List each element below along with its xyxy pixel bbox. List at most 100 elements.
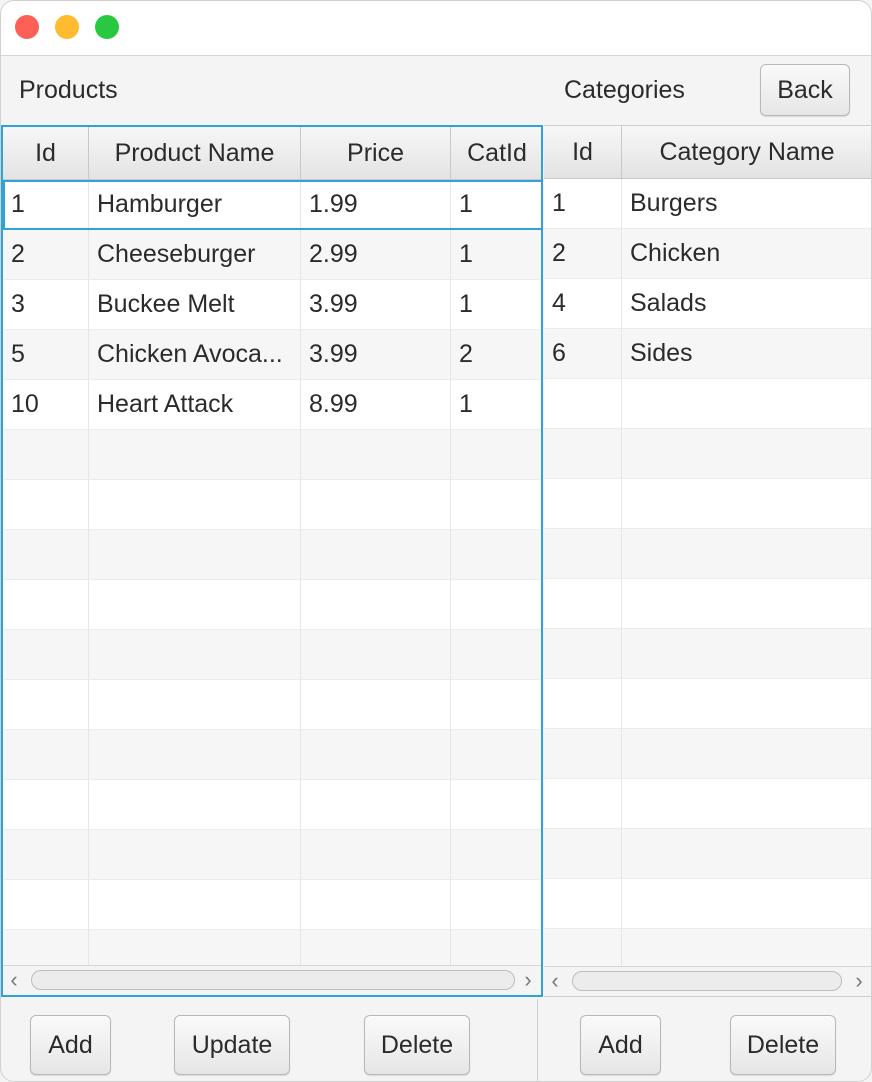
categories-table-row[interactable]: [544, 729, 871, 779]
products-col-id[interactable]: Id: [3, 127, 89, 179]
categories-table-row[interactable]: [544, 629, 871, 679]
products-col-name[interactable]: Product Name: [89, 127, 301, 179]
categories-table[interactable]: Id Category Name 1 Burgers 2 Chicken 4 Salads…: [544, 125, 871, 997]
close-window-button[interactable]: [15, 15, 39, 39]
categories-table-cell: [544, 429, 622, 478]
products-table-row[interactable]: [3, 580, 541, 630]
categories-table-cell: 2: [544, 229, 622, 278]
products-table-row[interactable]: 10 Heart Attack 8.99 1: [3, 380, 541, 430]
categories-table-row[interactable]: [544, 479, 871, 529]
categories-table-row[interactable]: [544, 529, 871, 579]
back-button[interactable]: Back: [760, 64, 850, 116]
categories-table-cell: [622, 629, 871, 678]
scroll-left-icon[interactable]: ‹: [544, 968, 566, 993]
categories-col-id[interactable]: Id: [544, 126, 622, 178]
products-table-cell: [3, 580, 89, 629]
categories-table-cell: [544, 579, 622, 628]
products-table-row[interactable]: [3, 480, 541, 530]
products-table-row[interactable]: 5 Chicken Avoca... 3.99 2: [3, 330, 541, 380]
products-table-cell: [89, 580, 301, 629]
products-table-cell: [451, 880, 541, 929]
categories-table-cell: [544, 629, 622, 678]
products-table-cell: [301, 630, 451, 679]
categories-table-row[interactable]: 4 Salads: [544, 279, 871, 329]
products-scroll-thumb[interactable]: [31, 970, 515, 990]
minimize-window-button[interactable]: [55, 15, 79, 39]
products-table[interactable]: Id Product Name Price CatId 1 Hamburger 1.…: [1, 125, 543, 997]
categories-table-cell: [622, 529, 871, 578]
categories-table-body: 1 Burgers 2 Chicken 4 Salads 6 Sides: [544, 179, 871, 979]
app-window: Products Categories Back Id Product Name…: [0, 0, 872, 1082]
categories-table-cell: [622, 479, 871, 528]
products-horizontal-scrollbar[interactable]: ‹ ›: [3, 965, 541, 995]
products-label: Products: [19, 76, 118, 104]
categories-table-cell: [544, 729, 622, 778]
products-table-row[interactable]: 1 Hamburger 1.99 1: [3, 180, 541, 230]
products-col-price[interactable]: Price: [301, 127, 451, 179]
categories-table-row[interactable]: [544, 779, 871, 829]
products-table-cell: [301, 430, 451, 479]
categories-table-row[interactable]: [544, 379, 871, 429]
products-table-cell: 2: [459, 340, 473, 368]
maximize-window-button[interactable]: [95, 15, 119, 39]
products-table-row[interactable]: 2 Cheeseburger 2.99 1: [3, 230, 541, 280]
categories-table-cell: [622, 379, 871, 428]
products-table-cell: [89, 530, 301, 579]
products-table-cell: [3, 430, 89, 479]
products-table-cell: [451, 430, 541, 479]
products-col-catid[interactable]: CatId: [451, 127, 541, 179]
categories-table-row[interactable]: [544, 679, 871, 729]
products-table-row[interactable]: [3, 880, 541, 930]
products-table-cell: Heart Attack: [89, 380, 301, 429]
categories-horizontal-scrollbar[interactable]: ‹ ›: [544, 966, 871, 996]
categories-scroll-thumb[interactable]: [572, 971, 842, 991]
categories-table-cell: [544, 529, 622, 578]
categories-add-button[interactable]: Add: [580, 1015, 661, 1075]
products-table-cell: 10: [3, 380, 89, 429]
products-table-cell: [451, 630, 541, 679]
products-table-row[interactable]: [3, 730, 541, 780]
products-update-button[interactable]: Update: [174, 1015, 290, 1075]
products-table-cell: [3, 480, 89, 529]
products-table-cell: Chicken Avoca...: [89, 330, 301, 379]
products-delete-button[interactable]: Delete: [364, 1015, 470, 1075]
products-table-cell: [3, 780, 89, 829]
categories-table-row[interactable]: 2 Chicken: [544, 229, 871, 279]
products-table-cell: [301, 580, 451, 629]
products-table-cell: 3: [3, 280, 89, 329]
categories-col-name[interactable]: Category Name: [622, 126, 871, 178]
scroll-right-icon[interactable]: ›: [517, 967, 539, 992]
products-table-cell: [451, 830, 541, 879]
products-table-cell: [301, 480, 451, 529]
categories-table-cell: [544, 679, 622, 728]
products-table-row[interactable]: [3, 780, 541, 830]
categories-table-cell: 4: [544, 279, 622, 328]
products-table-cell: 3.99: [301, 330, 451, 379]
categories-label: Categories: [564, 76, 685, 104]
products-table-row[interactable]: [3, 830, 541, 880]
categories-table-row[interactable]: 6 Sides: [544, 329, 871, 379]
products-table-cell: [3, 830, 89, 879]
categories-table-row[interactable]: [544, 429, 871, 479]
products-table-cell: [451, 730, 541, 779]
products-table-row[interactable]: [3, 530, 541, 580]
products-table-row[interactable]: [3, 630, 541, 680]
categories-table-cell: Chicken: [630, 239, 721, 267]
products-add-button[interactable]: Add: [30, 1015, 111, 1075]
products-table-cell: [451, 580, 541, 629]
products-table-cell: 1: [459, 390, 473, 418]
products-table-header: Id Product Name Price CatId: [3, 127, 541, 180]
products-table-cell: [301, 730, 451, 779]
products-table-row[interactable]: 3 Buckee Melt 3.99 1: [3, 280, 541, 330]
categories-table-row[interactable]: [544, 879, 871, 929]
categories-table-cell: [544, 379, 622, 428]
products-table-body: 1 Hamburger 1.99 1 2 Cheeseburger 2.99 1 3 Buckee…: [3, 180, 541, 980]
products-table-row[interactable]: [3, 430, 541, 480]
categories-table-row[interactable]: [544, 829, 871, 879]
products-table-row[interactable]: [3, 680, 541, 730]
scroll-right-icon[interactable]: ›: [848, 968, 870, 993]
categories-table-row[interactable]: 1 Burgers: [544, 179, 871, 229]
categories-table-row[interactable]: [544, 579, 871, 629]
categories-delete-button[interactable]: Delete: [730, 1015, 836, 1075]
scroll-left-icon[interactable]: ‹: [3, 967, 25, 992]
